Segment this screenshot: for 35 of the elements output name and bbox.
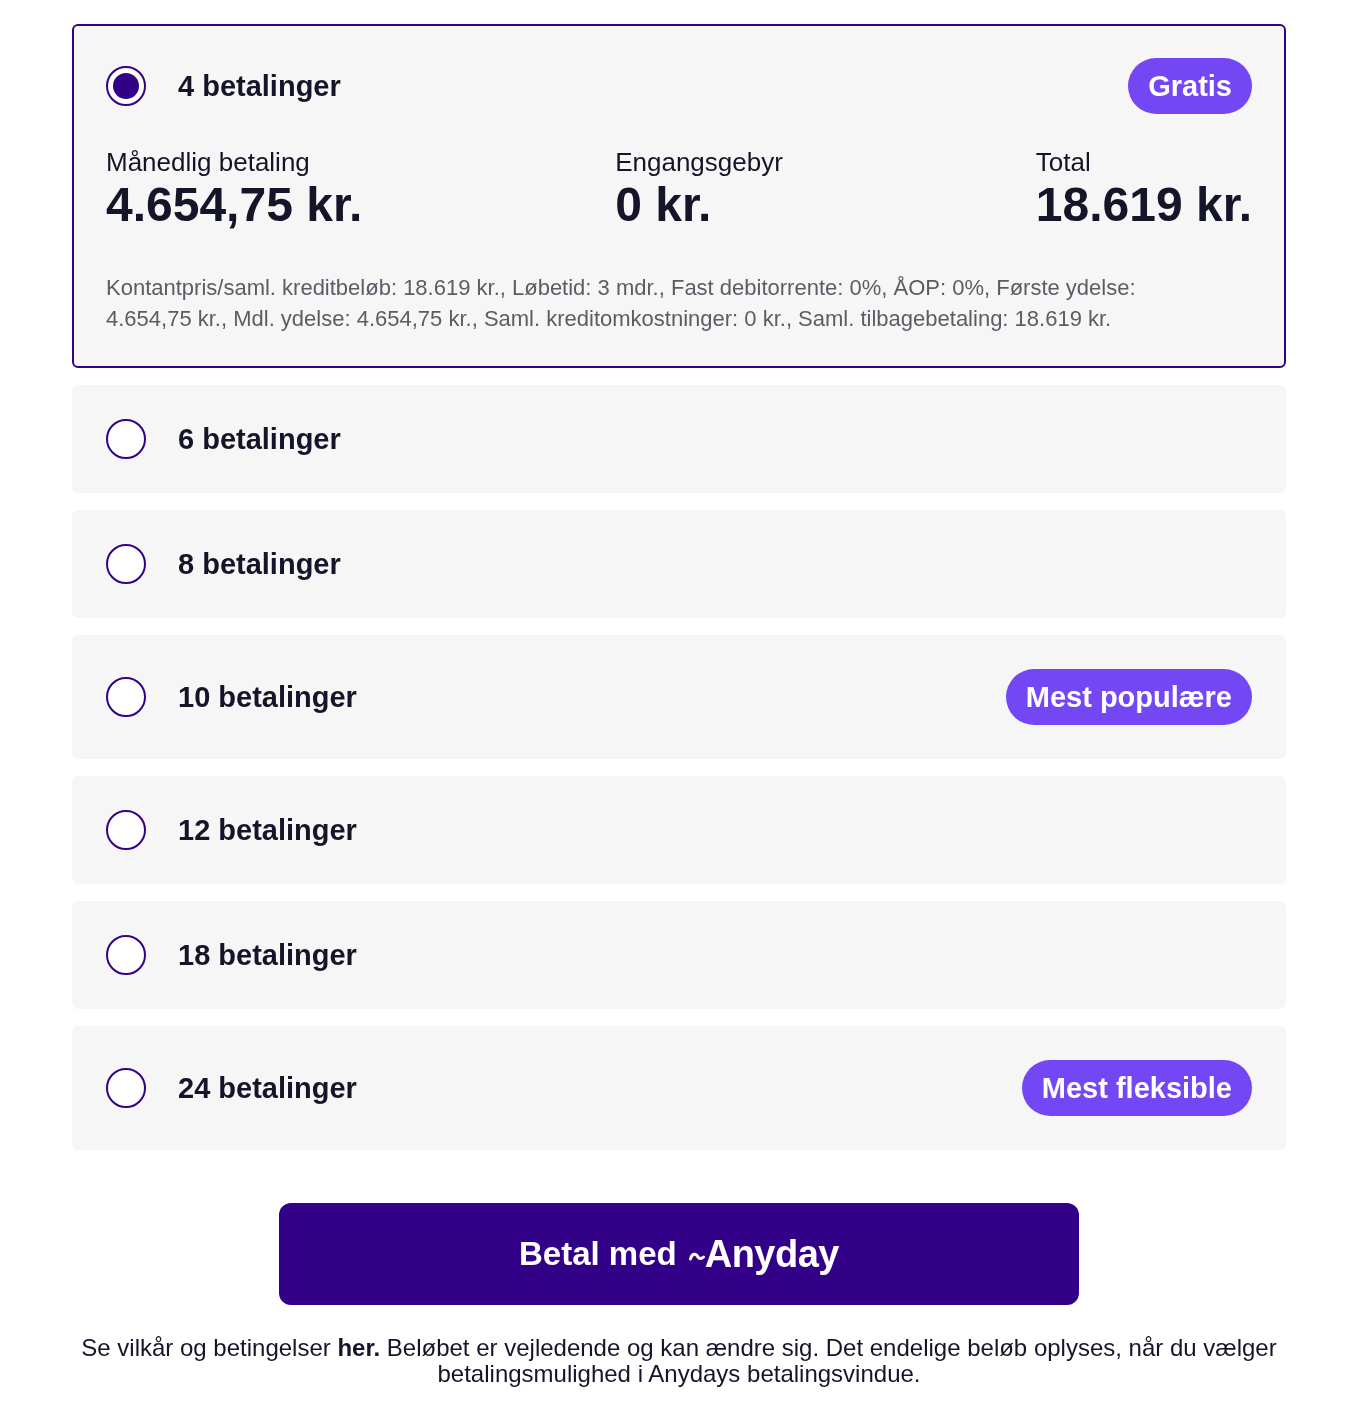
- swoosh-icon: [688, 1250, 705, 1262]
- plan-badge: Mest populære: [1005, 669, 1252, 725]
- plan-card[interactable]: 10 betalinger Mest populære: [72, 635, 1286, 759]
- plan-title: 4 betalinger: [178, 69, 342, 103]
- radio-button[interactable]: [106, 1068, 146, 1108]
- plan-title: 10 betalinger: [178, 680, 358, 714]
- plan-badge: Gratis: [1128, 58, 1252, 114]
- plan-title: 18 betalinger: [178, 938, 358, 972]
- radio-button[interactable]: [106, 419, 146, 459]
- pay-button[interactable]: Betal med Anyday: [279, 1203, 1079, 1305]
- radio-button[interactable]: [106, 810, 146, 850]
- plan-card[interactable]: 12 betalinger: [72, 776, 1286, 884]
- radio-button[interactable]: [106, 677, 146, 717]
- summary-label: Engangsgebyr: [615, 146, 783, 178]
- plan-card[interactable]: 24 betalinger Mest fleksible: [72, 1026, 1286, 1150]
- plan-title: 6 betalinger: [178, 422, 342, 456]
- plan-title: 12 betalinger: [178, 813, 358, 847]
- plan-card[interactable]: 8 betalinger: [72, 510, 1286, 618]
- summary-value: 4.654,75 kr.: [106, 178, 363, 232]
- footer-note: Se vilkår og betingelser her. Beløbet er vejledende og kan ændre sig. Det endelige beløb oplyses, når du vælger betalingsmulighed i Anydays betalingsvindue.: [80, 1335, 1278, 1387]
- plan-title: 24 betalinger: [178, 1071, 358, 1105]
- radio-button[interactable]: [106, 544, 146, 584]
- radio-button[interactable]: [106, 66, 146, 106]
- summary-value: 0 kr.: [615, 178, 713, 232]
- plan-card[interactable]: 6 betalinger: [72, 385, 1286, 493]
- summary-label: Månedlig betaling: [106, 146, 311, 178]
- summary-value: 18.619 kr.: [1035, 178, 1252, 232]
- plan-badge: Mest fleksible: [1021, 1060, 1252, 1116]
- summary-label: Total: [1035, 146, 1092, 178]
- radio-button[interactable]: [106, 935, 146, 975]
- plan-card[interactable]: [72, 24, 1286, 368]
- terms-text: Kontantpris/saml. kreditbeløb: 18.619 kr., Løbetid: 3 mdr., Fast debitorrente: 0%, ÅOP: 0%, Første ydelse: 4.654,75 kr., Mdl. ydelse: 4.654,75 kr., Saml. kreditomkostninger: 0 kr., Saml. tilbagebetaling: 18.619 kr.: [106, 274, 1137, 333]
- plan-title: 8 betalinger: [178, 547, 342, 581]
- plan-card[interactable]: 18 betalinger: [72, 901, 1286, 1009]
- terms-link[interactable]: her.: [337, 1334, 381, 1361]
